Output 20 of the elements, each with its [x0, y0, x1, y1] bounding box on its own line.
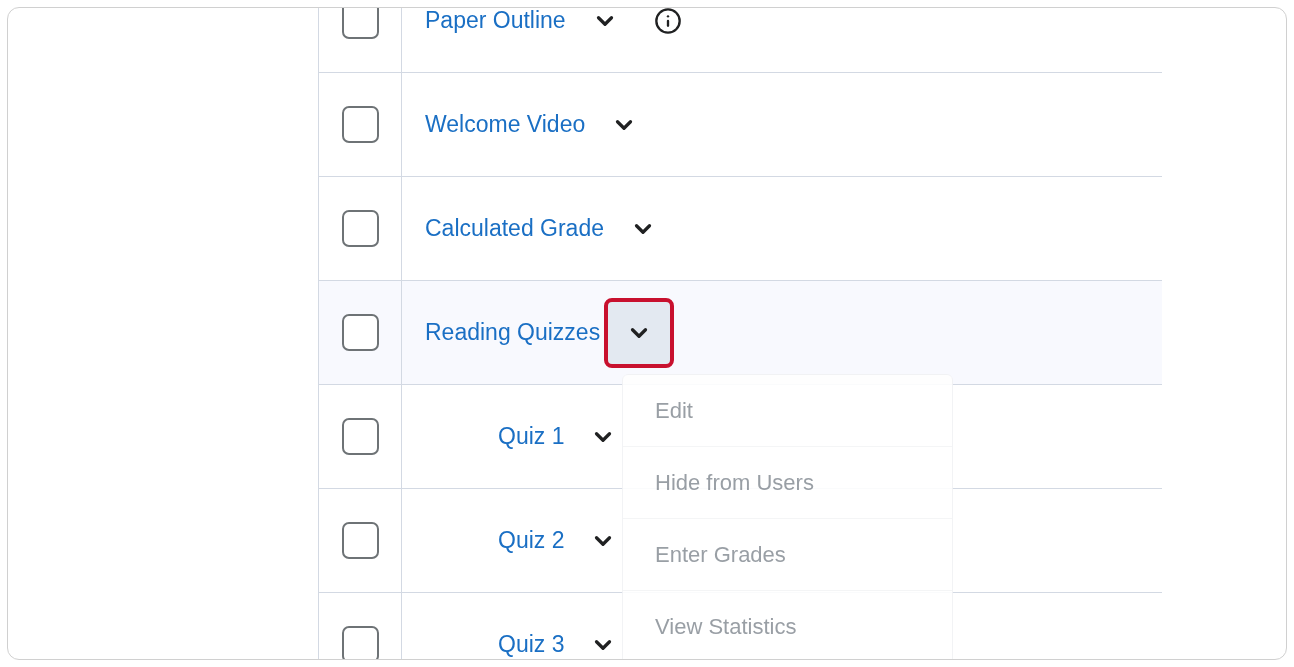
info-icon — [653, 8, 682, 35]
checkbox[interactable] — [341, 418, 379, 455]
item-link[interactable]: Paper Outline — [425, 8, 566, 38]
dropdown-button[interactable] — [604, 297, 675, 368]
menu-item[interactable]: Edit — [623, 375, 952, 447]
item-link[interactable]: Reading Quizzes — [425, 315, 601, 350]
checkbox[interactable] — [341, 8, 379, 39]
menu-item[interactable]: Hide from Users — [623, 447, 952, 519]
checkbox[interactable] — [341, 210, 379, 247]
checkbox[interactable] — [341, 314, 379, 351]
checkbox[interactable] — [341, 626, 379, 659]
item-link[interactable]: Welcome Video — [425, 107, 586, 142]
item-link[interactable]: Quiz 2 — [498, 523, 565, 558]
checkbox[interactable] — [341, 106, 379, 143]
checkbox[interactable] — [341, 522, 379, 559]
item-link[interactable]: Calculated Grade — [425, 211, 604, 246]
menu-item[interactable]: Enter Grades — [623, 519, 952, 591]
item-link[interactable]: Quiz 3 — [498, 627, 565, 659]
item-link[interactable]: Quiz 1 — [498, 419, 565, 454]
menu-item[interactable]: View Statistics — [623, 591, 952, 659]
